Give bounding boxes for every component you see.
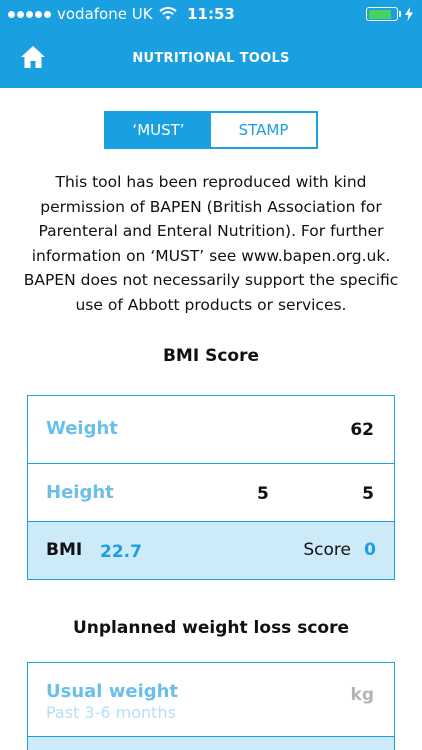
home-button[interactable] <box>19 44 47 70</box>
bmi-result-row: BMI 22.7 Score 0 <box>28 522 394 579</box>
bmi-card: Weight 62 Height 5 5 BMI 22.7 Score 0 <box>27 395 395 580</box>
status-bar: vodafone UK 11:53 <box>0 0 422 28</box>
next-row <box>28 737 394 750</box>
height-label: Height <box>46 482 114 503</box>
battery-fill <box>368 9 392 19</box>
usual-weight-unit: kg <box>350 685 374 705</box>
battery-icon <box>366 7 398 21</box>
nav-bar: NUTRITIONAL TOOLS <box>0 28 422 88</box>
weight-label: Weight <box>46 418 118 439</box>
usual-weight-sublabel: Past 3-6 months <box>46 703 176 722</box>
tab-must[interactable]: ‘MUST’ <box>106 113 211 147</box>
bmi-label: BMI <box>46 540 83 560</box>
signal-strength-icon <box>8 10 51 18</box>
bmi-value: 22.7 <box>100 542 142 562</box>
permission-notice: This tool has been reproduced with kind … <box>23 173 399 314</box>
weight-loss-section-title: Unplanned weight loss score <box>72 618 350 638</box>
home-icon <box>21 46 45 68</box>
battery-indicator <box>366 7 414 21</box>
weight-loss-card: Usual weight Past 3-6 months kg <box>27 662 395 750</box>
usual-weight-label: Usual weight <box>46 681 179 702</box>
usual-weight-row[interactable]: Usual weight Past 3-6 months kg <box>28 663 394 737</box>
height-inches-value[interactable]: 5 <box>362 484 374 504</box>
score-label: Score <box>303 540 351 560</box>
bmi-section-title: BMI Score <box>162 346 260 366</box>
charging-bolt-icon <box>405 7 413 21</box>
tool-segmented-control: ‘MUST’ STAMP <box>104 111 318 149</box>
weight-row[interactable]: Weight 62 <box>28 396 394 464</box>
height-row[interactable]: Height 5 5 <box>28 464 394 522</box>
score-value: 0 <box>364 540 376 560</box>
carrier-name: vodafone UK <box>57 5 153 23</box>
tab-stamp[interactable]: STAMP <box>211 113 316 147</box>
height-feet-value[interactable]: 5 <box>257 484 269 504</box>
weight-value[interactable]: 62 <box>350 420 374 440</box>
wifi-icon <box>158 7 177 20</box>
page-title: NUTRITIONAL TOOLS <box>132 50 290 66</box>
